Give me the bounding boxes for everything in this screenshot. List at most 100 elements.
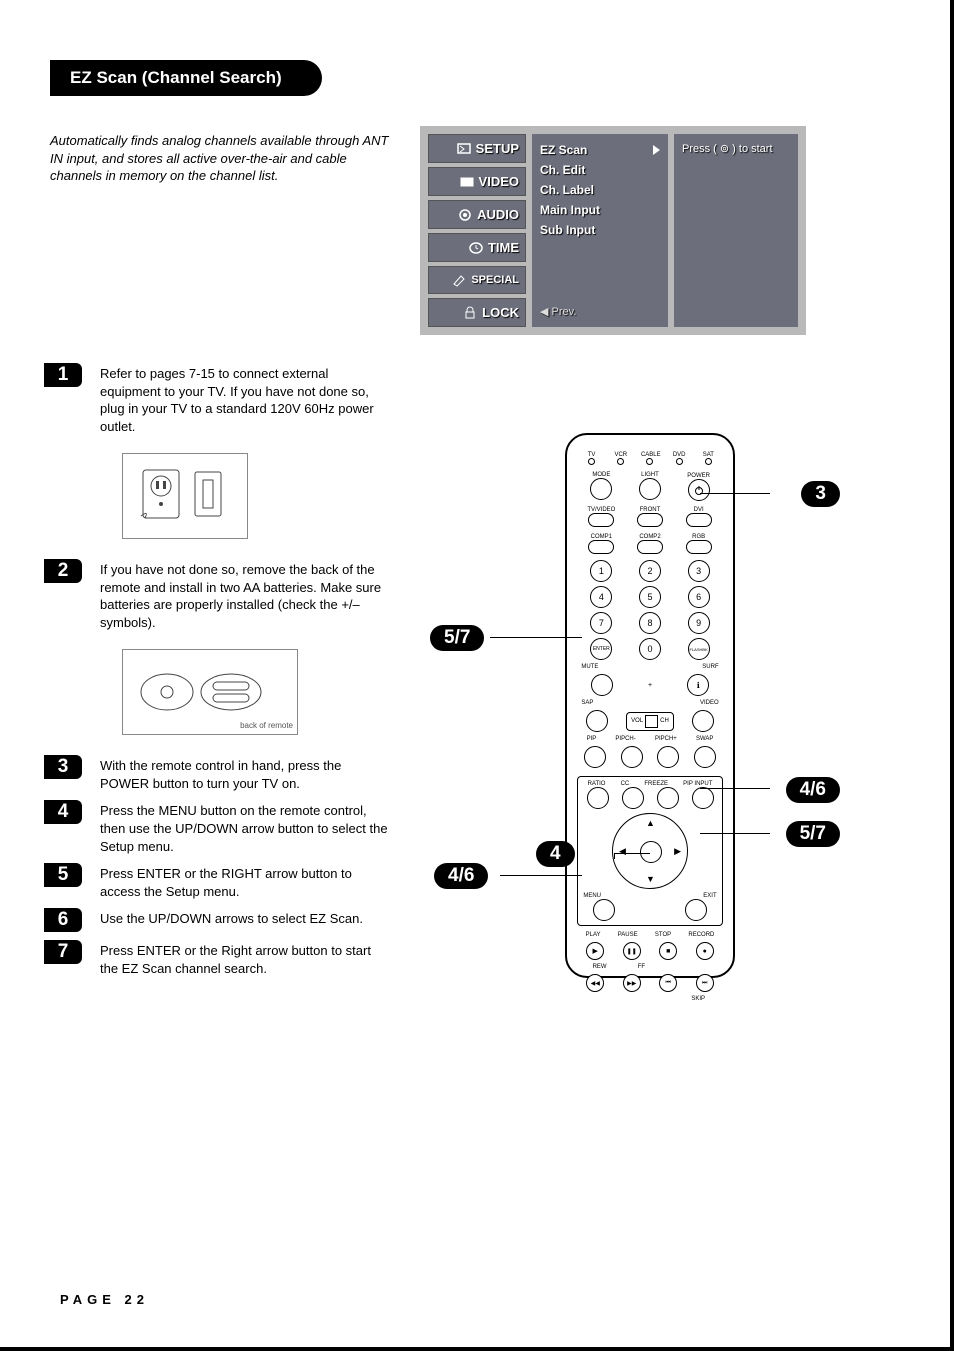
cc-button[interactable]	[622, 787, 644, 809]
flashbk-button[interactable]: FLASHBK	[688, 638, 710, 660]
step-3: 3 With the remote control in hand, press…	[50, 755, 390, 792]
video-icon	[459, 175, 475, 189]
comp2-button[interactable]	[637, 540, 663, 554]
setup-icon	[456, 142, 472, 156]
mute-button[interactable]	[591, 674, 613, 696]
osd-item: Ch. Label	[540, 180, 660, 200]
callout-menu-mid: 4	[536, 841, 575, 867]
osd-tab-audio: AUDIO	[428, 200, 526, 229]
num-0[interactable]: 0	[639, 638, 661, 660]
audio-icon	[457, 208, 473, 222]
nav-center-button[interactable]	[640, 841, 662, 863]
time-icon	[468, 241, 484, 255]
osd-item: Sub Input	[540, 220, 660, 240]
step-number: 1	[44, 363, 82, 387]
callout-power: 3	[801, 481, 840, 507]
step-number: 2	[44, 559, 82, 583]
rew-button[interactable]: ◀◀	[586, 974, 604, 992]
light-button[interactable]	[639, 478, 661, 500]
nav-dpad[interactable]: ▲ ◀ ▶ ▼	[612, 813, 688, 889]
step-number: 5	[44, 863, 82, 887]
dvi-button[interactable]	[686, 513, 712, 527]
steps-column: 1 Refer to pages 7-15 to connect externa…	[50, 363, 390, 985]
menu-button[interactable]	[593, 899, 615, 921]
osd-tabs: SETUP VIDEO AUDIO TIME SPECIAL LOCK	[428, 134, 526, 327]
num-9[interactable]: 9	[688, 612, 710, 634]
leader-line	[614, 853, 650, 854]
play-button[interactable]: ▶	[586, 942, 604, 960]
special-icon	[451, 273, 467, 287]
remote-diagram: TV VCR CABLE DVD SAT MODE LIGHT POWER TV…	[430, 433, 870, 985]
num-4[interactable]: 4	[590, 586, 612, 608]
pipch-plus-button[interactable]	[657, 746, 679, 768]
callout-menu: 4/6	[434, 863, 488, 889]
osd-item: Main Input	[540, 200, 660, 220]
illus-caption: back of remote	[240, 722, 293, 730]
callout-nav-right: 5/7	[786, 821, 840, 847]
remote-leds: TV VCR CABLE DVD SAT	[577, 451, 723, 467]
mode-button[interactable]	[590, 478, 612, 500]
swap-button[interactable]	[694, 746, 716, 768]
pip-button[interactable]	[584, 746, 606, 768]
step-text: Use the UP/DOWN arrows to select EZ Scan…	[100, 908, 363, 932]
page-number: PAGE 22	[60, 1292, 149, 1307]
step-number: 7	[44, 940, 82, 964]
pause-button[interactable]: ❚❚	[623, 942, 641, 960]
osd-tab-special: SPECIAL	[428, 266, 526, 294]
step-text: Press ENTER or the RIGHT arrow button to…	[100, 863, 390, 900]
step-text: Refer to pages 7-15 to connect external …	[100, 363, 390, 435]
pipch-minus-button[interactable]	[621, 746, 643, 768]
video-button[interactable]	[692, 710, 714, 732]
comp1-button[interactable]	[588, 540, 614, 554]
num-6[interactable]: 6	[688, 586, 710, 608]
ff-button[interactable]: ▶▶	[623, 974, 641, 992]
skipfwd-button[interactable]: ⏭	[696, 974, 714, 992]
rgb-button[interactable]	[686, 540, 712, 554]
step-7: 7 Press ENTER or the Right arrow button …	[50, 940, 390, 977]
pipinput-button[interactable]	[692, 787, 714, 809]
manual-page: EZ Scan (Channel Search) Automatically f…	[0, 0, 954, 1351]
num-2[interactable]: 2	[639, 560, 661, 582]
step-number: 3	[44, 755, 82, 779]
step-text: If you have not done so, remove the back…	[100, 559, 390, 631]
front-button[interactable]	[637, 513, 663, 527]
lock-icon	[462, 306, 478, 320]
step-5: 5 Press ENTER or the RIGHT arrow button …	[50, 863, 390, 900]
remote-body: TV VCR CABLE DVD SAT MODE LIGHT POWER TV…	[565, 433, 735, 978]
enter-button[interactable]: ENTER	[590, 638, 612, 660]
tvvideo-button[interactable]	[588, 513, 614, 527]
skipback-button[interactable]: ⏮	[659, 974, 677, 992]
callout-nav-updown: 4/6	[786, 777, 840, 803]
illustration-outlet	[122, 453, 248, 539]
stop-button[interactable]: ■	[659, 942, 677, 960]
exit-button[interactable]	[685, 899, 707, 921]
leader-line	[700, 788, 770, 789]
leader-line	[614, 853, 615, 859]
sap-button[interactable]	[586, 710, 608, 732]
vol-ch-rocker[interactable]: VOLCH	[626, 712, 674, 731]
osd-prev: ◀ Prev.	[540, 302, 660, 321]
leader-line	[700, 833, 770, 834]
leader-line	[500, 875, 582, 876]
record-button[interactable]: ●	[696, 942, 714, 960]
num-3[interactable]: 3	[688, 560, 710, 582]
num-1[interactable]: 1	[590, 560, 612, 582]
osd-tab-video: VIDEO	[428, 167, 526, 196]
num-5[interactable]: 5	[639, 586, 661, 608]
intro-text: Automatically finds analog channels avai…	[50, 126, 390, 335]
osd-tab-setup: SETUP	[428, 134, 526, 163]
leader-line	[490, 637, 582, 638]
osd-hint: Press ( ⊚ ) to start	[674, 134, 798, 327]
step-text: Press ENTER or the Right arrow button to…	[100, 940, 390, 977]
steps-area: 1 Refer to pages 7-15 to connect externa…	[50, 363, 910, 985]
ratio-button[interactable]	[587, 787, 609, 809]
step-2: 2 If you have not done so, remove the ba…	[50, 559, 390, 631]
step-6: 6 Use the UP/DOWN arrows to select EZ Sc…	[50, 908, 390, 932]
num-7[interactable]: 7	[590, 612, 612, 634]
num-8[interactable]: 8	[639, 612, 661, 634]
step-1: 1 Refer to pages 7-15 to connect externa…	[50, 363, 390, 435]
callout-enter: 5/7	[430, 625, 484, 651]
freeze-button[interactable]	[657, 787, 679, 809]
surf-button[interactable]: ℹ	[687, 674, 709, 696]
power-button[interactable]	[688, 479, 710, 501]
